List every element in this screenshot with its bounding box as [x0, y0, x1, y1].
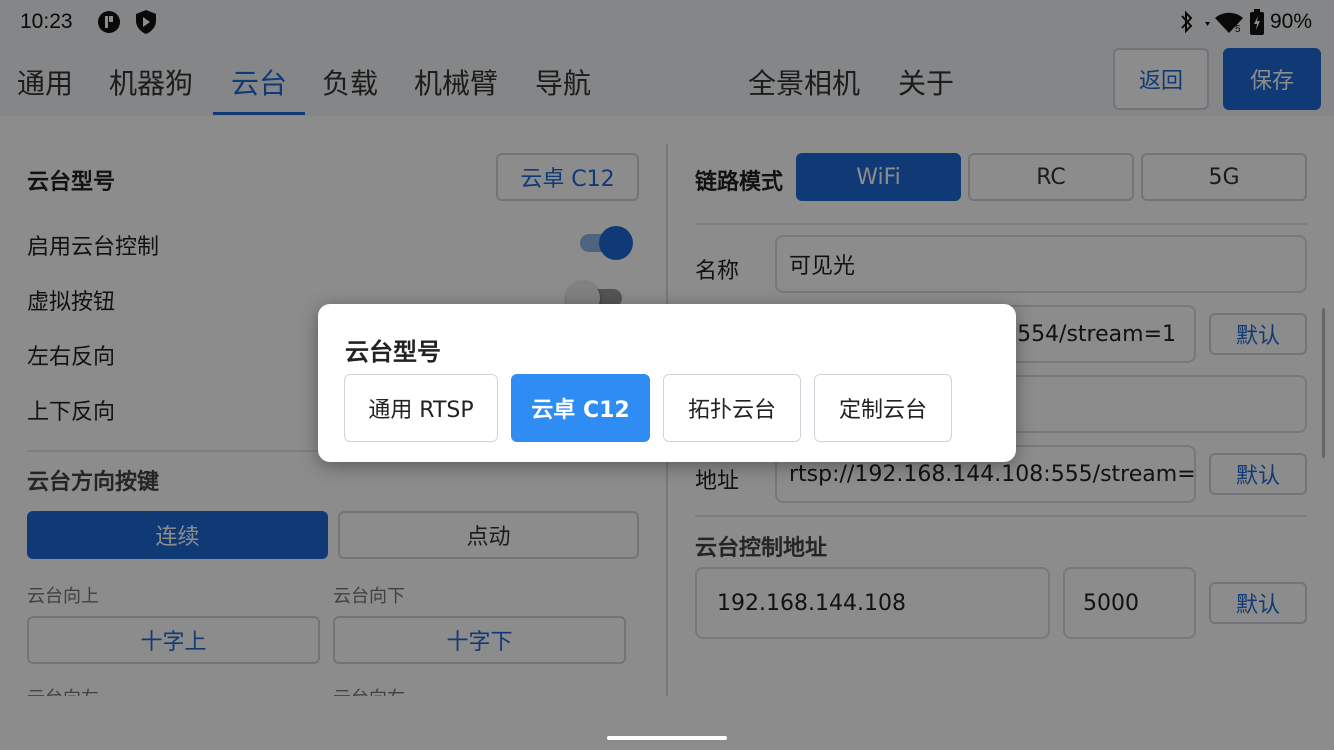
gimbal-model-dialog: 云台型号 通用 RTSP 云卓 C12 拓扑云台 定制云台	[318, 304, 1016, 462]
option-custom-gimbal[interactable]: 定制云台	[814, 374, 952, 442]
option-generic-rtsp[interactable]: 通用 RTSP	[344, 374, 498, 442]
option-yunzhuo-c12[interactable]: 云卓 C12	[511, 374, 650, 442]
option-topology-gimbal[interactable]: 拓扑云台	[663, 374, 801, 442]
dialog-title: 云台型号	[345, 338, 441, 366]
gesture-handle[interactable]	[607, 736, 727, 740]
